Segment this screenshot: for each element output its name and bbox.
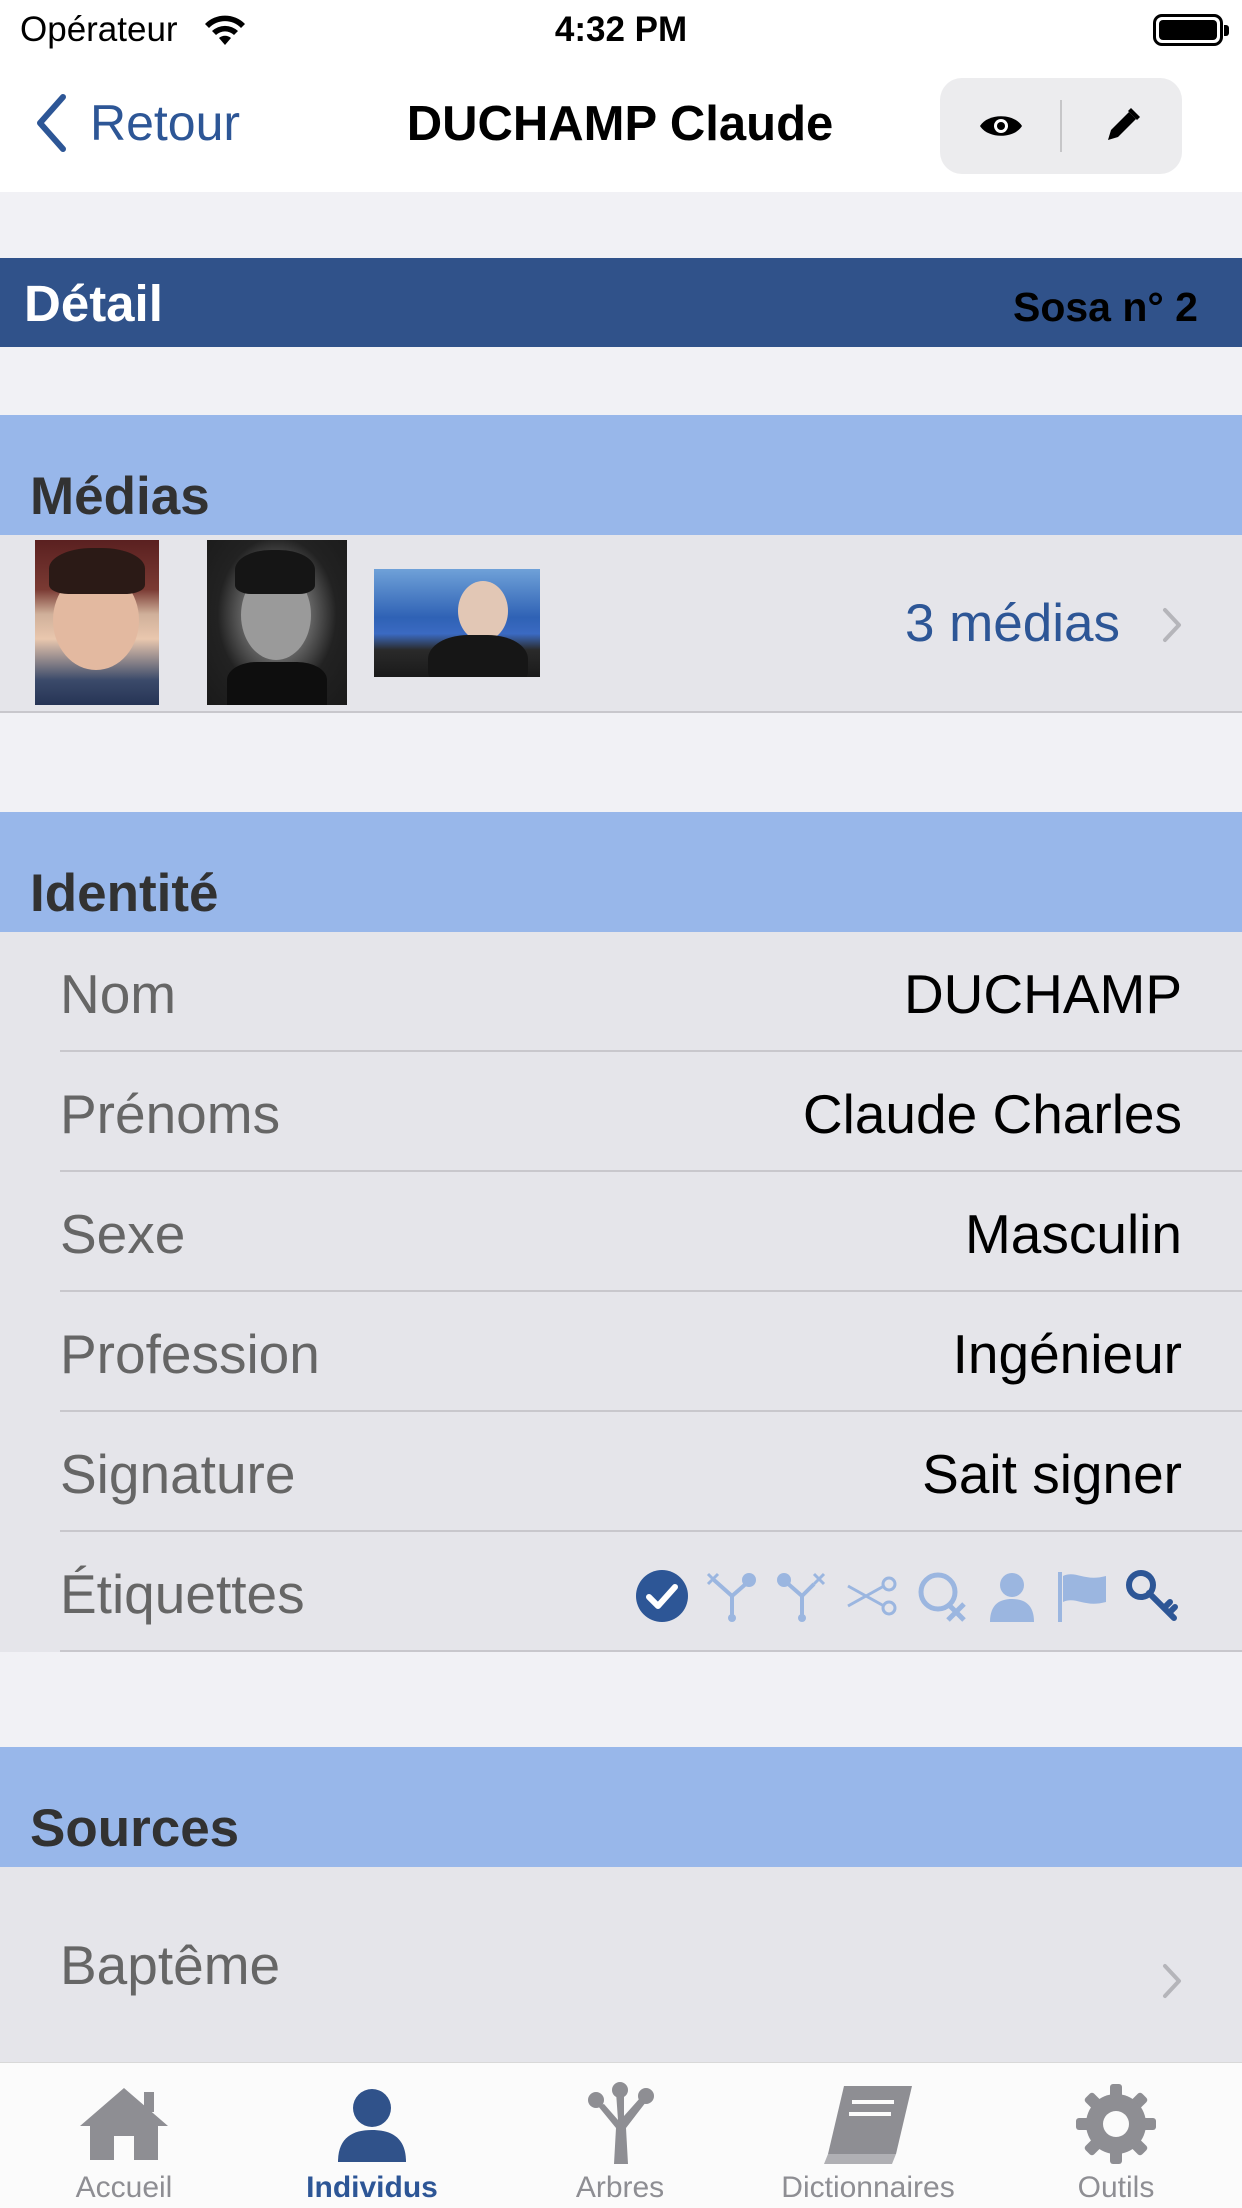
sources-header-label: Sources bbox=[30, 1799, 240, 1858]
status-bar: Opérateur 4:32 PM bbox=[0, 0, 1242, 62]
tab-label: Arbres bbox=[575, 2171, 665, 2204]
identity-table: Nom DUCHAMP Prénoms Claude Charles Sexe … bbox=[0, 932, 1242, 1652]
tab-outils[interactable]: Outils bbox=[992, 2063, 1240, 2208]
eye-icon bbox=[979, 116, 1022, 136]
field-label: Signature bbox=[60, 1443, 296, 1505]
tab-label: Dictionnaires bbox=[781, 2171, 955, 2204]
tree-icon bbox=[496, 2081, 744, 2167]
key-icon[interactable] bbox=[1122, 1566, 1182, 1626]
tab-arbres[interactable]: Arbres bbox=[496, 2063, 744, 2208]
tab-bar: Accueil Individus Arbres Dictionnaires O… bbox=[0, 2062, 1242, 2208]
media-row[interactable]: 3 médias bbox=[0, 535, 1242, 713]
home-icon bbox=[0, 2081, 248, 2167]
status-time: 4:32 PM bbox=[554, 10, 688, 49]
page-title: DUCHAMP Claude bbox=[406, 97, 834, 151]
chevron-left-icon bbox=[37, 94, 66, 152]
nav-bar: Retour DUCHAMP Claude bbox=[0, 62, 1242, 192]
tab-label: Accueil bbox=[75, 2171, 173, 2204]
row-separator bbox=[60, 1650, 1242, 1652]
identity-row-nom[interactable]: Nom DUCHAMP bbox=[0, 932, 1242, 1052]
tab-individus[interactable]: Individus bbox=[248, 2063, 496, 2208]
source-label: Baptême bbox=[60, 1934, 281, 1996]
branch-x-icon[interactable] bbox=[772, 1566, 832, 1626]
tab-accueil[interactable]: Accueil bbox=[0, 2063, 248, 2208]
media-section-header: Médias bbox=[0, 415, 1242, 535]
check-circle-icon[interactable] bbox=[632, 1566, 692, 1626]
detail-bar: Détail Sosa n° 2 bbox=[0, 258, 1242, 347]
view-button[interactable] bbox=[940, 78, 1061, 174]
book-icon bbox=[744, 2081, 992, 2167]
person-icon bbox=[248, 2081, 496, 2167]
media-thumbnail[interactable] bbox=[35, 540, 159, 705]
view-edit-segment bbox=[940, 78, 1182, 174]
tab-label: Outils bbox=[1077, 2171, 1155, 2204]
field-label: Étiquettes bbox=[60, 1563, 305, 1625]
media-thumbnail[interactable] bbox=[207, 540, 347, 705]
back-label: Retour bbox=[90, 95, 241, 151]
tab-label: Individus bbox=[306, 2171, 438, 2204]
sosa-number: Sosa n° 2 bbox=[1012, 284, 1198, 330]
flag-icon[interactable] bbox=[1052, 1566, 1112, 1626]
identity-row-etiquettes[interactable]: Étiquettes bbox=[0, 1532, 1242, 1652]
field-label: Nom bbox=[60, 963, 177, 1025]
search-x-icon[interactable] bbox=[912, 1566, 972, 1626]
media-thumbnail[interactable] bbox=[374, 569, 540, 677]
identity-row-prenoms[interactable]: Prénoms Claude Charles bbox=[0, 1052, 1242, 1172]
tags-group bbox=[632, 1566, 1182, 1626]
battery-icon bbox=[1153, 14, 1229, 46]
identity-header-label: Identité bbox=[30, 864, 219, 923]
scissors-icon[interactable] bbox=[842, 1566, 902, 1626]
identity-row-signature[interactable]: Signature Sait signer bbox=[0, 1412, 1242, 1532]
edit-button[interactable] bbox=[1061, 78, 1182, 174]
branch-icon[interactable] bbox=[702, 1566, 762, 1626]
identity-section-header: Identité bbox=[0, 812, 1242, 932]
chevron-right-icon bbox=[1163, 1964, 1181, 1998]
field-value: Ingénieur bbox=[952, 1323, 1182, 1385]
identity-row-sexe[interactable]: Sexe Masculin bbox=[0, 1172, 1242, 1292]
field-value: Masculin bbox=[964, 1203, 1182, 1265]
field-value: Sait signer bbox=[922, 1443, 1182, 1505]
back-button[interactable]: Retour bbox=[34, 88, 240, 158]
source-row-bapteme[interactable]: Baptême bbox=[0, 1867, 1242, 2062]
detail-title: Détail bbox=[24, 275, 163, 332]
gear-icon bbox=[992, 2081, 1240, 2167]
field-label: Profession bbox=[60, 1323, 320, 1385]
chevron-right-icon bbox=[1163, 608, 1181, 642]
media-header-label: Médias bbox=[30, 467, 210, 526]
pencil-icon bbox=[1107, 108, 1140, 140]
field-label: Prénoms bbox=[60, 1083, 281, 1145]
field-label: Sexe bbox=[60, 1203, 186, 1265]
identity-row-profession[interactable]: Profession Ingénieur bbox=[0, 1292, 1242, 1412]
sources-section-header: Sources bbox=[0, 1747, 1242, 1867]
person-icon[interactable] bbox=[982, 1566, 1042, 1626]
media-count-link[interactable]: 3 médias bbox=[905, 593, 1120, 654]
field-value: DUCHAMP bbox=[903, 963, 1182, 1025]
field-value: Claude Charles bbox=[802, 1083, 1182, 1145]
tab-dictionnaires[interactable]: Dictionnaires bbox=[744, 2063, 992, 2208]
